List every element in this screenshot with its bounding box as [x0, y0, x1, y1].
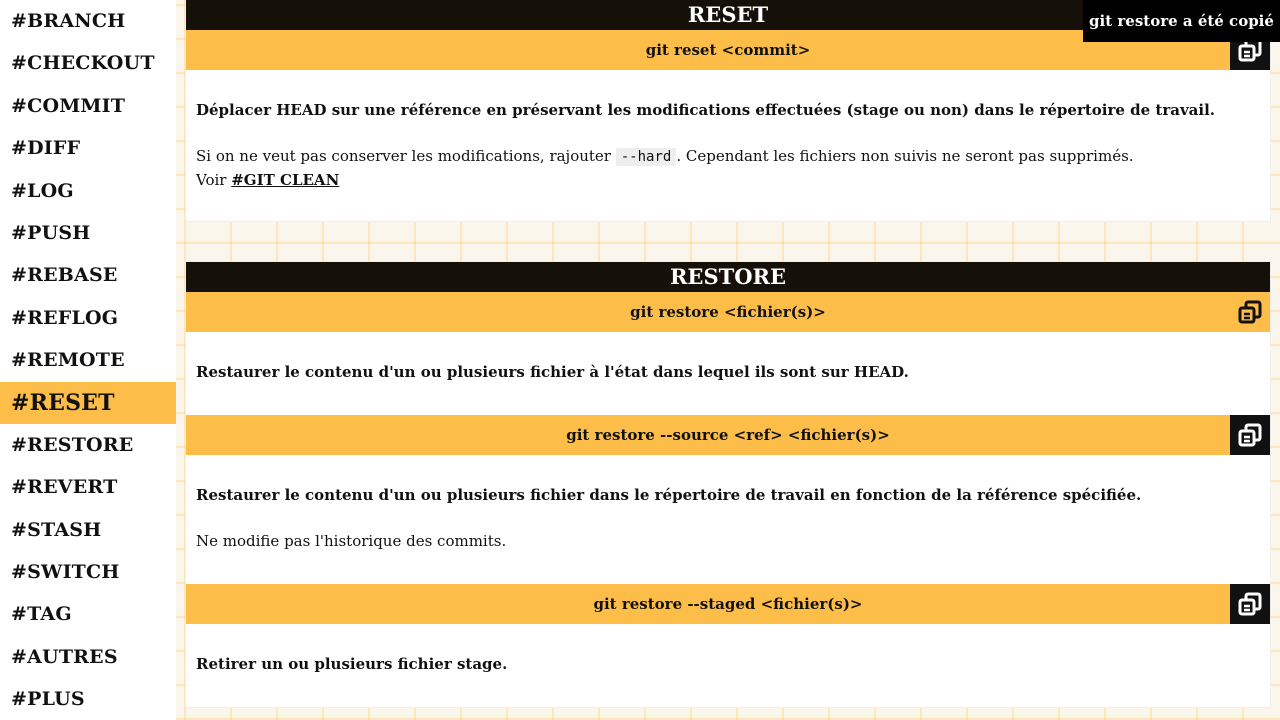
copy-icon: [1238, 300, 1262, 324]
description-main: Déplacer HEAD sur une référence en prése…: [196, 101, 1216, 119]
copy-button[interactable]: [1230, 292, 1270, 332]
command-description: Restaurer le contenu d'un ou plusieurs f…: [186, 332, 1270, 415]
command-bar: git restore --staged <fichier(s)>: [186, 584, 1270, 624]
command-text: git restore --source <ref> <fichier(s)>: [566, 426, 890, 444]
command-description: Restaurer le contenu d'un ou plusieurs f…: [186, 455, 1270, 584]
sidebar-item-tag[interactable]: #TAG: [0, 593, 176, 635]
note-text: Si on ne veut pas conserver les modifica…: [196, 147, 616, 165]
inline-code: --hard: [615, 148, 677, 166]
copy-icon: [1238, 592, 1262, 616]
sidebar-item-checkout[interactable]: #CHECKOUT: [0, 42, 176, 84]
sidebar-item-stash[interactable]: #STASH: [0, 509, 176, 551]
restore-panel-title: RESTORE: [186, 262, 1270, 292]
copy-button[interactable]: [1230, 415, 1270, 455]
sidebar-item-log[interactable]: #LOG: [0, 170, 176, 212]
sidebar-item-switch[interactable]: #SWITCH: [0, 551, 176, 593]
sidebar-item-reflog[interactable]: #REFLOG: [0, 297, 176, 339]
command-bar: git restore --source <ref> <fichier(s)>: [186, 415, 1270, 455]
sidebar-nav: #BRANCH #CHECKOUT #COMMIT #DIFF #LOG #PU…: [0, 0, 176, 720]
restore-panel: RESTORE git restore <fichier(s)> Restaur…: [186, 262, 1270, 707]
sidebar-item-remote[interactable]: #REMOTE: [0, 339, 176, 381]
command-text: git restore <fichier(s)>: [630, 303, 826, 321]
command-description: Déplacer HEAD sur une référence en prése…: [186, 70, 1270, 192]
command-bar: git restore <fichier(s)>: [186, 292, 1270, 332]
sidebar-item-commit[interactable]: #COMMIT: [0, 85, 176, 127]
command-description: Retirer un ou plusieurs fichier stage.: [186, 624, 1270, 676]
description-main: Retirer un ou plusieurs fichier stage.: [196, 655, 508, 673]
sidebar-item-reset[interactable]: #RESET: [0, 381, 176, 424]
description-note: Ne modifie pas l'historique des commits.: [196, 532, 507, 550]
sidebar-item-plus[interactable]: #PLUS: [0, 678, 176, 720]
sidebar-item-restore[interactable]: #RESTORE: [0, 424, 176, 466]
description-main: Restaurer le contenu d'un ou plusieurs f…: [196, 486, 1142, 504]
git-clean-link[interactable]: #GIT CLEAN: [231, 171, 339, 189]
command-text: git restore --staged <fichier(s)>: [593, 595, 863, 613]
sidebar-item-push[interactable]: #PUSH: [0, 212, 176, 254]
sidebar-item-autres[interactable]: #AUTRES: [0, 636, 176, 678]
description-note: Si on ne veut pas conserver les modifica…: [196, 145, 1260, 169]
see-also-label: Voir: [196, 171, 232, 189]
copy-icon: [1238, 423, 1262, 447]
description-main: Restaurer le contenu d'un ou plusieurs f…: [196, 363, 909, 381]
note-text-end: . Cependant les fichiers non suivis ne s…: [676, 147, 1134, 165]
copy-toast: git restore a été copié: [1083, 0, 1280, 42]
copy-button[interactable]: [1230, 584, 1270, 624]
sidebar-item-rebase[interactable]: #REBASE: [0, 254, 176, 296]
sidebar-item-branch[interactable]: #BRANCH: [0, 0, 176, 42]
see-also: Voir #GIT CLEAN: [196, 169, 1260, 192]
command-text: git reset <commit>: [645, 41, 811, 59]
sidebar-item-revert[interactable]: #REVERT: [0, 466, 176, 508]
sidebar-item-diff[interactable]: #DIFF: [0, 127, 176, 169]
